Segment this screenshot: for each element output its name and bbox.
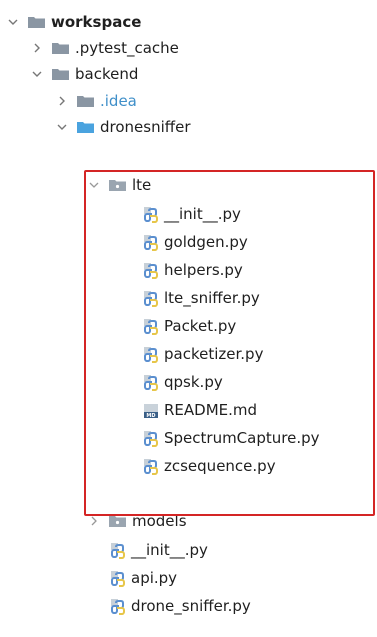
package-folder-icon — [109, 515, 126, 527]
tree-label: .idea — [100, 92, 137, 110]
tree-label: __init__.py — [131, 541, 208, 559]
tree-node-workspace[interactable]: workspace — [0, 9, 377, 35]
tree-node-backend[interactable]: backend — [0, 61, 377, 87]
tree-label: workspace — [51, 13, 142, 31]
tree-node-dronesniffer[interactable]: dronesniffer — [0, 114, 377, 140]
tree-label: dronesniffer — [100, 118, 191, 136]
tree-node-file[interactable]: __init__.py — [0, 537, 377, 563]
chevron-right-icon[interactable] — [56, 94, 68, 108]
highlight-box — [84, 170, 375, 516]
tree-node-file[interactable]: api.py — [0, 565, 377, 591]
folder-icon — [28, 16, 45, 28]
folder-icon — [52, 68, 69, 80]
tree-node-pytest-cache[interactable]: .pytest_cache — [0, 35, 377, 61]
chevron-down-icon[interactable] — [7, 15, 19, 29]
tree-label: .pytest_cache — [75, 39, 179, 57]
tree-node-idea[interactable]: .idea — [0, 88, 377, 114]
python-file-icon — [110, 542, 126, 559]
folder-icon — [77, 121, 94, 133]
chevron-down-icon[interactable] — [56, 120, 68, 134]
project-tree: workspace .pytest_cache backend .idea dr… — [0, 0, 377, 637]
folder-icon — [77, 95, 94, 107]
python-file-icon — [110, 570, 126, 587]
chevron-down-icon[interactable] — [31, 67, 43, 81]
tree-label: backend — [75, 65, 139, 83]
python-file-icon — [110, 598, 126, 615]
tree-node-file[interactable]: drone_sniffer.py — [0, 593, 377, 619]
folder-icon — [52, 42, 69, 54]
chevron-right-icon[interactable] — [88, 514, 100, 528]
tree-label: drone_sniffer.py — [131, 597, 251, 615]
tree-label: api.py — [131, 569, 178, 587]
chevron-right-icon[interactable] — [31, 41, 43, 55]
